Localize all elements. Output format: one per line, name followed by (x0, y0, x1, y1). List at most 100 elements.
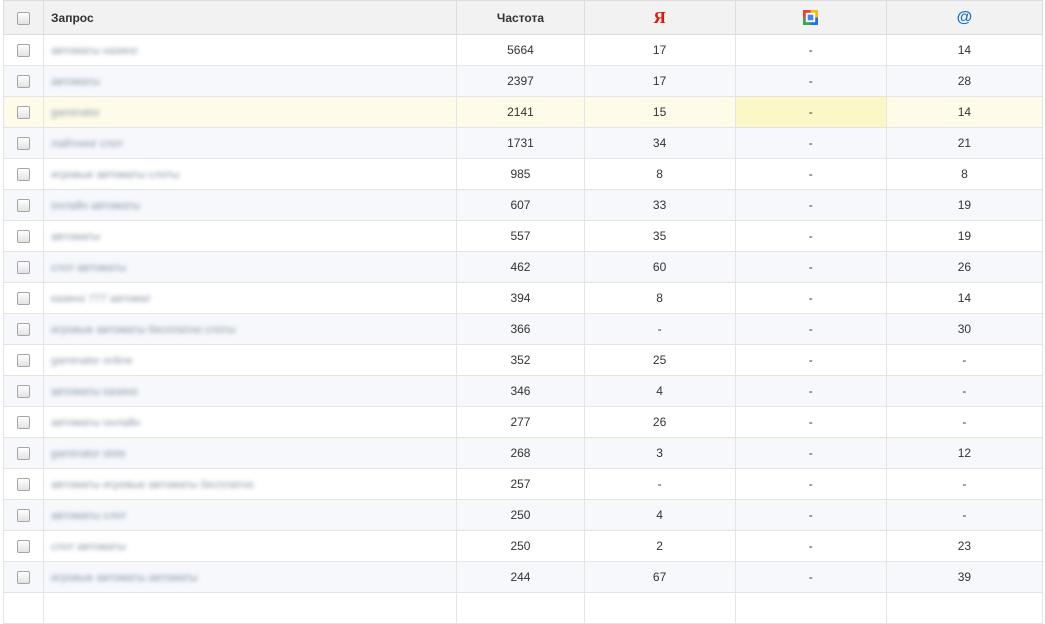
mail-position-cell: - (885, 468, 1044, 500)
google-position-cell: - (734, 406, 887, 438)
query-text: автоматы онлайн (51, 417, 141, 429)
row-checkbox-cell (2, 499, 45, 531)
select-all-checkbox[interactable] (17, 11, 31, 25)
row-checkbox[interactable] (17, 416, 31, 430)
row-checkbox-cell (2, 468, 45, 500)
query-text: слот автоматы (51, 541, 127, 553)
yandex-column-header[interactable]: Я (583, 0, 736, 35)
row-checkbox[interactable] (17, 354, 31, 368)
table-row[interactable]: gaminator slots 268 3-12 (2, 437, 1044, 469)
table-row[interactable]: игровые автоматы автоматы 244 67-39 (2, 561, 1044, 593)
query-column-header[interactable]: Запрос (43, 0, 458, 35)
yandex-position-cell: 8 (583, 282, 736, 314)
query-cell[interactable]: автоматы (43, 220, 458, 252)
mail-column-header[interactable]: @ (885, 0, 1044, 35)
yandex-position-cell: 17 (583, 34, 736, 66)
query-cell[interactable]: игровые автоматы бесплатно слоты (43, 313, 458, 345)
table-row[interactable]: казино 777 автомат 394 8-14 (2, 282, 1044, 314)
select-all-cell (2, 0, 45, 35)
row-checkbox[interactable] (17, 323, 31, 337)
row-checkbox[interactable] (17, 168, 31, 182)
query-cell[interactable]: игровые автоматы слоты (43, 158, 458, 190)
query-text: автоматы игровые автоматы бесплатно (51, 479, 255, 491)
google-position-cell: - (734, 344, 887, 376)
table-row[interactable]: автоматы казино 5664 17-14 (2, 34, 1044, 66)
table-row[interactable]: игровые автоматы слоты 985 8-8 (2, 158, 1044, 190)
yandex-position-cell: - (583, 468, 736, 500)
mail-position-cell: 26 (885, 251, 1044, 283)
table-row[interactable]: gaminator 2141 15-14 (2, 96, 1044, 128)
query-cell[interactable] (43, 592, 458, 624)
yandex-position-cell: 8 (583, 158, 736, 190)
google-position-cell: - (734, 561, 887, 593)
mail-position-cell: 19 (885, 189, 1044, 221)
row-checkbox[interactable] (17, 75, 31, 89)
query-cell[interactable]: автоматы слот (43, 499, 458, 531)
query-cell[interactable]: gaminator online (43, 344, 458, 376)
query-cell[interactable]: автоматы игровые автоматы бесплатно (43, 468, 458, 500)
row-checkbox[interactable] (17, 106, 31, 120)
mail-position-cell (885, 592, 1044, 624)
query-cell[interactable]: автоматы казино (43, 34, 458, 66)
frequency-cell: 985 (456, 158, 585, 190)
row-checkbox[interactable] (17, 447, 31, 461)
row-checkbox[interactable] (17, 44, 31, 58)
row-checkbox[interactable] (17, 540, 31, 554)
table-row[interactable] (2, 592, 1044, 624)
table-row[interactable]: автоматы онлайн 277 26- - (2, 406, 1044, 438)
row-checkbox-cell (2, 406, 45, 438)
table-row[interactable]: автоматы 2397 17-28 (2, 65, 1044, 97)
frequency-cell: 244 (456, 561, 585, 593)
row-checkbox-cell (2, 65, 45, 97)
mail-position-cell: 23 (885, 530, 1044, 562)
table-row[interactable]: лайтнинг слот 1731 34-21 (2, 127, 1044, 159)
row-checkbox[interactable] (17, 385, 31, 399)
frequency-cell: 366 (456, 313, 585, 345)
frequency-cell: 2397 (456, 65, 585, 97)
query-cell[interactable]: автоматы казино (43, 375, 458, 407)
query-cell[interactable]: слот автоматы (43, 530, 458, 562)
table-row[interactable]: слот автоматы 250 2-23 (2, 530, 1044, 562)
table-row[interactable]: автоматы казино 346 4- - (2, 375, 1044, 407)
google-position-cell: - (734, 158, 887, 190)
table-row[interactable]: слот автоматы 462 60-26 (2, 251, 1044, 283)
query-cell[interactable]: слот автоматы (43, 251, 458, 283)
table-row[interactable]: автоматы 557 35-19 (2, 220, 1044, 252)
row-checkbox[interactable] (17, 230, 31, 244)
row-checkbox-cell (2, 251, 45, 283)
table-row[interactable]: онлайн автоматы 607 33-19 (2, 189, 1044, 221)
query-cell[interactable]: онлайн автоматы (43, 189, 458, 221)
query-cell[interactable]: лайтнинг слот (43, 127, 458, 159)
mail-position-cell: - (885, 344, 1044, 376)
query-text: gaminator slots (51, 448, 126, 460)
table-row[interactable]: игровые автоматы бесплатно слоты 366- -30 (2, 313, 1044, 345)
query-cell[interactable]: автоматы онлайн (43, 406, 458, 438)
frequency-column-header[interactable]: Частота↑ (456, 0, 585, 35)
row-checkbox[interactable] (17, 509, 31, 523)
yandex-position-cell: - (583, 313, 736, 345)
row-checkbox[interactable] (17, 137, 31, 151)
yandex-position-cell: 17 (583, 65, 736, 97)
table-row[interactable]: автоматы слот 250 4- - (2, 499, 1044, 531)
query-cell[interactable]: казино 777 автомат (43, 282, 458, 314)
row-checkbox[interactable] (17, 571, 31, 585)
row-checkbox[interactable] (17, 261, 31, 275)
table-header-row: Запрос Частота↑ Я @ (2, 0, 1044, 35)
row-checkbox-cell (2, 127, 45, 159)
table-row[interactable]: gaminator online 352 25- - (2, 344, 1044, 376)
query-cell[interactable]: игровые автоматы автоматы (43, 561, 458, 593)
row-checkbox[interactable] (17, 199, 31, 213)
row-checkbox-cell (2, 437, 45, 469)
mail-position-cell: - (885, 375, 1044, 407)
google-column-header[interactable] (734, 0, 887, 35)
row-checkbox[interactable] (17, 478, 31, 492)
mail-position-cell: 21 (885, 127, 1044, 159)
row-checkbox-cell (2, 189, 45, 221)
row-checkbox[interactable] (17, 292, 31, 306)
query-cell[interactable]: автоматы (43, 65, 458, 97)
query-cell[interactable]: gaminator slots (43, 437, 458, 469)
table-row[interactable]: автоматы игровые автоматы бесплатно 257- -… (2, 468, 1044, 500)
query-cell[interactable]: gaminator (43, 96, 458, 128)
mail-position-cell: 39 (885, 561, 1044, 593)
yandex-icon: Я (653, 7, 666, 27)
